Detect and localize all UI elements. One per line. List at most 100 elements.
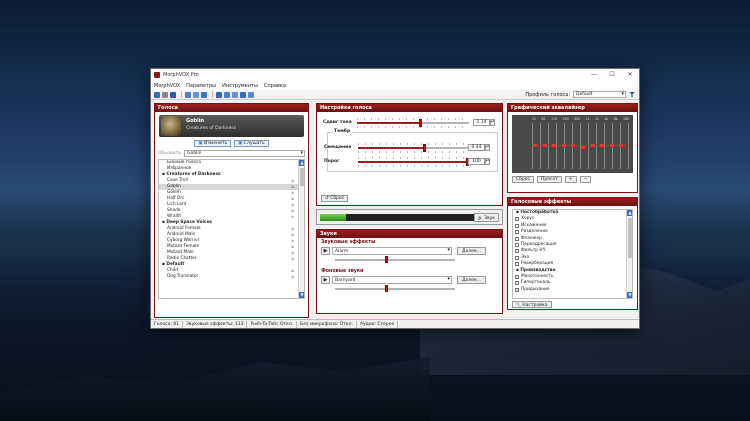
current-voice-name: Goblin (186, 118, 205, 124)
eq-band-handle[interactable] (552, 144, 557, 147)
effect-item-label: Эхо (521, 254, 530, 260)
pitch-fill (357, 122, 420, 124)
tune-reset-button[interactable]: Сброс (321, 195, 349, 202)
eq-band-handle[interactable] (542, 144, 547, 147)
effect-checkbox[interactable] (515, 262, 519, 267)
scroll-down-icon[interactable]: ▼ (299, 292, 304, 298)
microphone-icon[interactable] (193, 91, 199, 98)
eq-band-handle[interactable] (571, 144, 576, 147)
play-background-button[interactable]: ▶ (321, 275, 330, 284)
settings-icon[interactable] (224, 91, 230, 98)
effect-item-label: Гипертональ (521, 280, 551, 286)
effect-checkbox[interactable] (515, 223, 519, 228)
mute-icon[interactable] (162, 91, 168, 98)
eq-add-button[interactable]: + (564, 176, 577, 183)
effect-checkbox[interactable] (515, 274, 519, 279)
tune-panel-header: Настройка голоса (317, 104, 502, 112)
effects-list-scrollbar[interactable]: ▲ ▼ (626, 210, 632, 298)
edit-voice-button[interactable]: Изменить (194, 140, 232, 147)
voice-icon[interactable] (154, 91, 160, 98)
level-meter-panel: Звук (316, 209, 503, 225)
voice-list-scrollbar[interactable]: ▲ ▼ (298, 160, 304, 298)
pitch-track[interactable] (357, 122, 469, 124)
scroll-up-icon[interactable]: ▲ (299, 160, 304, 166)
effects-volume-knob[interactable] (385, 256, 389, 263)
eq-band-handle[interactable] (600, 144, 605, 147)
shift-spinner-icon[interactable]: ▴▾ (485, 144, 490, 151)
menu-tools[interactable]: Инструменты (222, 83, 258, 89)
close-button[interactable]: ✕ (621, 69, 639, 81)
stats-icon[interactable] (232, 91, 238, 98)
scroll-thumb[interactable] (628, 218, 632, 258)
threshold-spinner-icon[interactable]: ▴▾ (485, 158, 490, 165)
eq-preset-button[interactable]: Пресет (537, 176, 562, 183)
filter-icon[interactable] (629, 91, 635, 98)
effect-checkbox[interactable] (515, 255, 519, 260)
equalizer-icon[interactable] (248, 91, 254, 98)
listen-voice-button[interactable]: Слушать (234, 140, 269, 147)
effect-checkbox[interactable] (515, 242, 519, 247)
play-icon[interactable] (170, 91, 176, 98)
effects-icon[interactable] (240, 91, 246, 98)
minimize-button[interactable]: — (585, 69, 603, 81)
menu-help[interactable]: Справка (264, 83, 286, 89)
eq-band-handle[interactable] (590, 144, 595, 147)
eq-band-handle[interactable] (561, 144, 566, 147)
sound-effect-select[interactable]: Alarm (332, 246, 452, 255)
scroll-thumb[interactable] (300, 168, 304, 186)
play-effect-button[interactable]: ▶ (321, 246, 330, 255)
voice-filter-button[interactable]: Обновить (158, 151, 184, 156)
effect-checkbox[interactable] (515, 249, 519, 254)
eq-band-handle[interactable] (609, 144, 614, 147)
background-more-button[interactable]: Далее... (457, 275, 486, 284)
refresh-icon[interactable] (185, 91, 191, 98)
effect-checkbox[interactable] (515, 236, 519, 241)
eq-band-handle[interactable] (581, 146, 585, 149)
eq-remove-button[interactable]: − (579, 176, 592, 183)
headphones-icon[interactable] (201, 91, 207, 98)
menu-parameters[interactable]: Параметры (186, 83, 216, 89)
voice-item-label: Golem (167, 190, 181, 195)
shift-value[interactable]: 0.44 (468, 144, 485, 151)
background-volume-knob[interactable] (385, 285, 389, 292)
eq-reset-button[interactable]: Сброс (512, 176, 535, 183)
status-push-to-talk[interactable]: Push-To-Talk: Откл. (247, 320, 298, 328)
effect-checkbox[interactable] (515, 217, 519, 222)
voice-list-item[interactable]: Dog Translator ⇲ (159, 274, 304, 280)
eq-band-handle[interactable] (619, 144, 624, 147)
effect-checkbox[interactable] (515, 230, 519, 235)
status-audio[interactable]: Аудио: Стерео (357, 320, 399, 328)
sound-button[interactable]: Звук (473, 213, 499, 222)
effects-list-item[interactable]: Придыхание (513, 287, 632, 293)
pitch-value[interactable]: 1.14 (473, 119, 490, 126)
equalizer-graph[interactable]: 31 62 125 250 500 1k 2k 4k 8k 16k (512, 115, 633, 173)
scroll-down-icon[interactable]: ▼ (627, 292, 632, 298)
background-sound-select[interactable]: Barnyard (332, 275, 452, 284)
pitch-knob[interactable] (418, 119, 422, 127)
status-no-mic[interactable]: Без микрофона: Откл. (297, 320, 357, 328)
eq-reset-label: Сброс (516, 177, 531, 182)
menu-morphvox[interactable]: MorphVOX (154, 83, 180, 89)
effects-volume-track[interactable] (335, 259, 455, 261)
eq-band-label: 16k (622, 117, 629, 121)
effects-more-button[interactable]: Далее... (457, 246, 486, 255)
pitch-spinner-icon[interactable]: ▴▾ (490, 119, 495, 126)
voice-item-label: Mutant Female (167, 244, 200, 249)
voice-filter-select[interactable]: Goblin (184, 150, 305, 157)
eq-band-handle[interactable] (533, 144, 537, 147)
scroll-up-icon[interactable]: ▲ (627, 210, 632, 216)
profile-select[interactable]: Default (573, 91, 626, 98)
maximize-button[interactable]: ☐ (603, 69, 621, 81)
effects-settings-button[interactable]: Настройка (512, 301, 552, 308)
effect-checkbox[interactable] (515, 281, 519, 286)
shift-track[interactable] (358, 147, 470, 149)
effect-item-label: Хорус (521, 216, 535, 222)
voice-item-label: Lich Lord (167, 202, 187, 207)
effect-checkbox[interactable] (515, 287, 519, 293)
voice-item-label: Shade (167, 208, 181, 213)
threshold-value[interactable]: 100 (468, 158, 485, 165)
background-volume-track[interactable] (335, 288, 455, 290)
record-icon[interactable] (216, 91, 222, 98)
shift-knob[interactable] (423, 144, 427, 152)
threshold-track[interactable] (358, 161, 470, 163)
